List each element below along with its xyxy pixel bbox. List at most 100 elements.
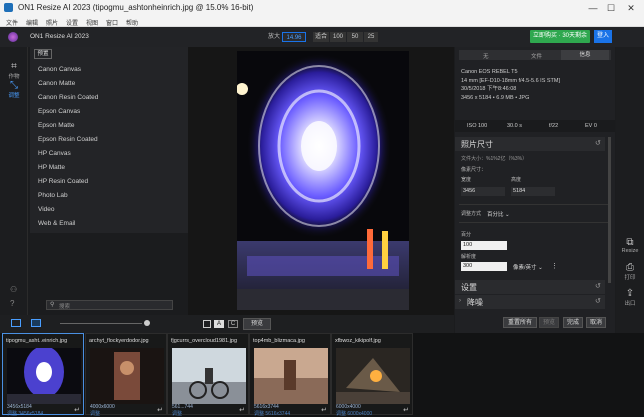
film-thumb-name: tipogmu_asht..einrich.jpg [6,338,68,344]
preset-item[interactable]: Web & Email [38,220,75,227]
menu-edit[interactable]: 编辑 [26,18,38,27]
reset-all-button[interactable]: 重置所有 [503,317,537,328]
bg-c-button[interactable]: C [228,320,238,328]
film-thumb-image [90,348,164,404]
tab-info[interactable]: 信息 [561,50,609,60]
zoom-50-button[interactable]: 50 [347,32,363,42]
preset-item[interactable]: Photo Lab [38,192,68,199]
single-view-icon[interactable] [11,319,21,327]
film-thumb-name: top4mb_blizmaca.jpg [253,338,305,344]
sign-in-button[interactable]: 登入 [594,30,612,43]
more-icon[interactable]: ⋮ [551,262,558,270]
preset-item[interactable]: Video [38,206,55,213]
exif-shutter: 30.0 s [507,123,522,129]
percent-field[interactable]: 100 [461,241,507,250]
resolution-unit-dropdown[interactable]: 像素/英寸 ⌄ [513,263,543,271]
edit-icon: ↵ [239,407,245,414]
preset-item[interactable]: Epson Matte [38,122,75,129]
preset-item[interactable]: HP Matte [38,164,65,171]
preset-item[interactable]: Canon Matte [38,80,75,87]
noise-section-header[interactable]: › 降噪 ↺ [455,295,605,309]
module-resize-label: Resize [621,248,639,254]
on1-logo-icon [8,32,18,42]
module-print[interactable]: ⎙ 打印 [618,262,642,281]
preset-item[interactable]: Epson Canvas [38,108,80,115]
panel-scrollbar[interactable] [608,137,611,283]
preview-action-button[interactable]: 预览 [539,317,559,328]
film-thumb-image [254,348,328,404]
buy-now-button[interactable]: 立即购买 · 30天剩余 [530,30,590,43]
noise-title: 降噪 [467,298,483,307]
chevron-right-icon: › [459,298,461,304]
module-resize[interactable]: ⧉ Resize [618,237,642,254]
film-thumb-sub: 6000x4000 [347,411,373,417]
exif-camera: Canon EOS REBEL T5 [461,69,518,75]
minimize-button[interactable]: — [586,2,600,14]
film-thumb-tag: 调整 3456x5184 [7,410,43,417]
film-thumb-name: archyt_flockyerdodor.jpg [89,338,149,344]
bg-a-button[interactable]: A [214,320,224,328]
presets-tab[interactable]: 预置 [34,49,52,59]
film-thumb-tag: 调整 6000x4000 [336,410,372,417]
tab-file[interactable]: 文件 [531,52,542,60]
preset-item[interactable]: Canon Resin Coated [38,94,98,101]
zoom-fit-button[interactable]: 适合 [313,32,329,42]
preset-item[interactable]: HP Resin Coated [38,178,88,185]
film-thumb[interactable]: top4mb_blizmaca.jpg 5616x3744 调整 5616x37… [249,333,331,417]
slider-thumb[interactable] [144,320,150,326]
bg-white-button[interactable] [203,320,211,328]
rail-crop[interactable]: ⌗ 作物 [2,61,26,80]
preview-button[interactable]: 预览 [243,318,271,330]
film-thumb[interactable]: tipogmu_asht..einrich.jpg 3456x5184 调整 3… [2,333,84,417]
module-export[interactable]: ⇪ 出口 [618,288,642,307]
app-icon [4,3,13,12]
preview-photo[interactable] [237,51,409,310]
preset-item[interactable]: HP Canvas [38,150,71,157]
resolution-field[interactable]: 300 [461,262,507,271]
film-thumb-sub: 5616x3744 [265,411,291,417]
menu-file[interactable]: 文件 [6,18,18,27]
reset-icon[interactable]: ↺ [595,139,601,147]
cancel-button[interactable]: 取消 [586,317,606,328]
done-button[interactable]: 完成 [563,317,583,328]
tab-none[interactable]: 无 [483,52,489,60]
adjust-dropdown[interactable]: 百分比 ⌄ [487,210,510,218]
reset-icon[interactable]: ↺ [595,297,601,305]
menu-photo[interactable]: 照片 [46,18,58,27]
app-name: ON1 Resize AI 2023 [30,33,89,40]
crop-icon: ⌗ [11,61,17,72]
people-icon[interactable]: ⚇ [10,285,17,294]
width-field[interactable]: 3456 [461,187,505,196]
filmstrip-view-icon[interactable] [31,319,41,327]
pixel-size-header[interactable]: 照片尺寸 ↺ [455,137,605,151]
menu-view[interactable]: 视图 [86,18,98,27]
zoom-input[interactable]: 14.96 [282,32,306,42]
help-icon[interactable]: ? [10,299,14,308]
thumbnail-size-slider[interactable] [60,323,142,324]
reset-icon[interactable]: ↺ [595,282,601,290]
close-button[interactable]: ✕ [624,2,638,14]
menu-settings[interactable]: 设置 [66,18,78,27]
film-thumb[interactable]: xfbwoz_kikipolf.jpg 6000x4000 调整 6000x40… [331,333,413,417]
adjust-value: 百分比 [487,212,504,218]
maximize-button[interactable]: ☐ [604,2,618,14]
preset-item[interactable]: Canon Canvas [38,66,81,73]
menu-window[interactable]: 窗口 [106,18,118,27]
film-thumb[interactable]: archyt_flockyerdodor.jpg 4000x6000 调整 ↵ [85,333,167,417]
film-thumb-tag-text: 调整 [336,411,347,417]
settings-section-header[interactable]: 设置 ↺ [455,280,605,294]
film-thumb-sub: 3456x5184 [18,411,44,417]
preset-item[interactable]: Epson Resin Coated [38,136,98,143]
edit-icon: ↵ [403,407,409,414]
zoom-100-button[interactable]: 100 [330,32,346,42]
module-print-label: 打印 [624,275,636,281]
zoom-25-button[interactable]: 25 [364,32,378,42]
film-thumb-image [7,348,81,404]
menu-help[interactable]: 帮助 [126,18,138,27]
height-field[interactable]: 5184 [511,187,555,196]
menu-bar: 文件 编辑 照片 设置 视图 窗口 帮助 [0,16,644,27]
rail-adjust[interactable]: ⤡ 调整 [2,80,26,99]
preset-search-field[interactable]: ⚲ 搜索 [46,300,173,310]
film-thumb[interactable]: fjgcurrs_overcloud1981.jpg 561...744 调整 … [167,333,249,417]
exif-size: 3456 x 5184 • 6.9 MB • JPG [461,94,530,101]
